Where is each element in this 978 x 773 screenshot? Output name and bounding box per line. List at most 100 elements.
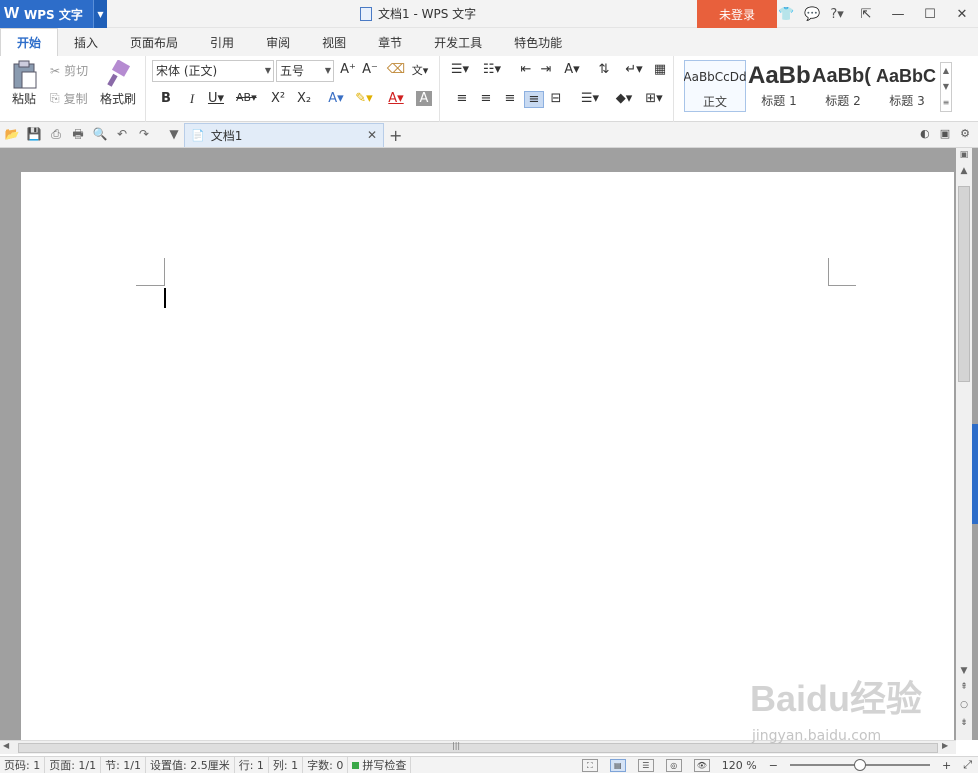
tab-page-layout[interactable]: 页面布局 [114, 28, 194, 56]
zoom-slider[interactable] [789, 759, 930, 771]
zoom-in-icon[interactable]: + [942, 759, 951, 772]
status-section[interactable]: 节: 1/1 [101, 757, 147, 773]
save-icon[interactable]: 💾 [26, 126, 42, 142]
web-view-icon[interactable]: ◎ [665, 758, 682, 772]
phonetic-guide-icon[interactable]: 文▾ [410, 62, 430, 78]
tab-chapter[interactable]: 章节 [362, 28, 418, 56]
status-pages[interactable]: 页面: 1/1 [45, 757, 102, 773]
font-name-select[interactable]: 宋体 (正文) ▼ [152, 60, 274, 82]
clear-format-icon[interactable]: ⌫ [386, 62, 406, 77]
vertical-scrollbar[interactable]: ▣ ▲ ▼ ⇞ ○ ⇟ [956, 148, 972, 740]
document-tab[interactable]: 📄 文档1 ✕ [184, 123, 384, 147]
shading-icon[interactable]: ◆▾ [614, 91, 634, 106]
document-page[interactable] [21, 172, 954, 740]
strikethrough-icon[interactable]: AB▾ [236, 91, 257, 104]
print-icon[interactable]: 🖶 [70, 126, 86, 142]
login-button[interactable]: 未登录 [697, 0, 777, 28]
maximize-button[interactable]: ☐ [914, 0, 946, 28]
app-dropdown-arrow-icon[interactable]: ▼ [93, 0, 107, 28]
zoom-out-icon[interactable]: − [769, 759, 778, 772]
redo-icon[interactable]: ↷ [136, 126, 152, 142]
scroll-down-icon[interactable]: ▼ [956, 666, 972, 676]
open-icon[interactable]: 📂 [4, 126, 20, 142]
minimize-button[interactable]: — [882, 0, 914, 28]
font-size-select[interactable]: 五号 ▼ [276, 60, 334, 82]
format-painter-button[interactable]: 格式刷 [98, 60, 138, 107]
style-heading-3[interactable]: AaBbC 标题 3 [876, 60, 938, 112]
paste-button[interactable]: 粘贴 [4, 60, 44, 107]
close-tab-icon[interactable]: ✕ [367, 128, 377, 142]
side-panel-toggle[interactable] [972, 424, 978, 524]
tab-references[interactable]: 引用 [194, 28, 250, 56]
style-normal[interactable]: AaBbCcDd 正文 [684, 60, 746, 112]
status-page-number[interactable]: 页码: 1 [0, 757, 46, 773]
show-marks-icon[interactable]: ↵▾ [624, 62, 644, 77]
underline-icon[interactable]: U▾ [206, 91, 226, 106]
zoom-slider-knob[interactable] [853, 759, 866, 771]
increase-indent-icon[interactable]: ⇥ [536, 62, 556, 77]
pin-icon[interactable]: ⇱ [850, 0, 882, 28]
status-line[interactable]: 行: 1 [235, 757, 269, 773]
status-word-count[interactable]: 字数: 0 [303, 757, 349, 773]
tab-home[interactable]: 开始 [0, 28, 59, 56]
prev-page-icon[interactable]: ⇞ [956, 682, 972, 692]
customize-dropdown-icon[interactable]: ▼ [166, 126, 182, 142]
skin-icon[interactable]: 👕 [778, 7, 794, 22]
print-preview-icon[interactable]: 🔍 [92, 126, 108, 142]
justify-icon[interactable]: ≡ [524, 91, 544, 108]
status-setting[interactable]: 设置值: 2.5厘米 [146, 757, 235, 773]
app-menu-button[interactable]: W WPS 文字 ▼ [0, 0, 107, 28]
zoom-level[interactable]: 120 % [722, 759, 757, 772]
highlight-icon[interactable]: ✎▾ [354, 91, 374, 106]
grow-font-icon[interactable]: A⁺ [338, 62, 358, 77]
borders-icon[interactable]: ⊞▾ [644, 91, 664, 106]
change-case-icon[interactable]: A▾ [562, 62, 582, 77]
chat-icon[interactable]: 💬 [804, 7, 820, 22]
outline-view-icon[interactable]: ☰ [637, 758, 654, 772]
align-left-icon[interactable]: ≡ [452, 91, 472, 106]
shrink-font-icon[interactable]: A⁻ [360, 62, 380, 77]
scroll-left-icon[interactable]: ◀ [3, 741, 9, 750]
settings-icon[interactable]: ⚙ [960, 127, 970, 140]
tab-features[interactable]: 特色功能 [498, 28, 578, 56]
tab-insert[interactable]: 插入 [58, 28, 114, 56]
split-view-icon[interactable]: ▣ [956, 150, 972, 160]
align-center-icon[interactable]: ≡ [476, 91, 496, 106]
horizontal-scroll-thumb[interactable] [18, 743, 938, 753]
styles-scroll[interactable]: ▲ ▼ ≡ [940, 62, 952, 112]
eye-protection-icon[interactable]: 👁 [693, 758, 710, 772]
copy-button[interactable]: ⎘ 复制 [50, 90, 88, 107]
restore-icon[interactable]: ▣ [940, 127, 950, 140]
table-icon[interactable]: ▦ [650, 62, 670, 77]
decrease-indent-icon[interactable]: ⇤ [516, 62, 536, 77]
sort-icon[interactable]: ⇅ [594, 62, 614, 77]
style-heading-2[interactable]: AaBb( 标题 2 [812, 60, 874, 112]
undo-icon[interactable]: ↶ [114, 126, 130, 142]
cut-button[interactable]: ✂ 剪切 [50, 62, 88, 79]
tab-review[interactable]: 审阅 [250, 28, 306, 56]
tab-developer[interactable]: 开发工具 [418, 28, 498, 56]
align-right-icon[interactable]: ≡ [500, 91, 520, 106]
sync-icon[interactable]: ◐ [920, 127, 930, 140]
close-button[interactable]: ✕ [946, 0, 978, 28]
line-spacing-icon[interactable]: ☰▾ [580, 91, 600, 106]
subscript-icon[interactable]: X₂ [294, 91, 314, 106]
text-effect-icon[interactable]: A▾ [326, 91, 346, 106]
distributed-icon[interactable]: ⊟ [546, 91, 566, 106]
vertical-scroll-thumb[interactable] [958, 186, 970, 382]
style-heading-1[interactable]: AaBb 标题 1 [748, 60, 810, 112]
next-page-icon[interactable]: ⇟ [956, 718, 972, 728]
spell-check-toggle[interactable]: 拼写检查 [348, 757, 412, 773]
scroll-up-icon[interactable]: ▲ [956, 166, 972, 176]
help-icon[interactable]: ?▾ [830, 7, 843, 22]
italic-icon[interactable]: I [182, 91, 202, 107]
new-tab-icon[interactable]: + [389, 126, 402, 145]
export-pdf-icon[interactable]: ⎙ [48, 126, 64, 142]
tab-view[interactable]: 视图 [306, 28, 362, 56]
scroll-right-icon[interactable]: ▶ [942, 741, 948, 750]
numbering-icon[interactable]: ☷▾ [482, 62, 502, 77]
char-shading-icon[interactable]: A [416, 91, 432, 106]
status-column[interactable]: 列: 1 [269, 757, 304, 773]
font-color-icon[interactable]: A▾ [386, 91, 406, 106]
page-view-icon[interactable]: ▤ [609, 758, 626, 772]
